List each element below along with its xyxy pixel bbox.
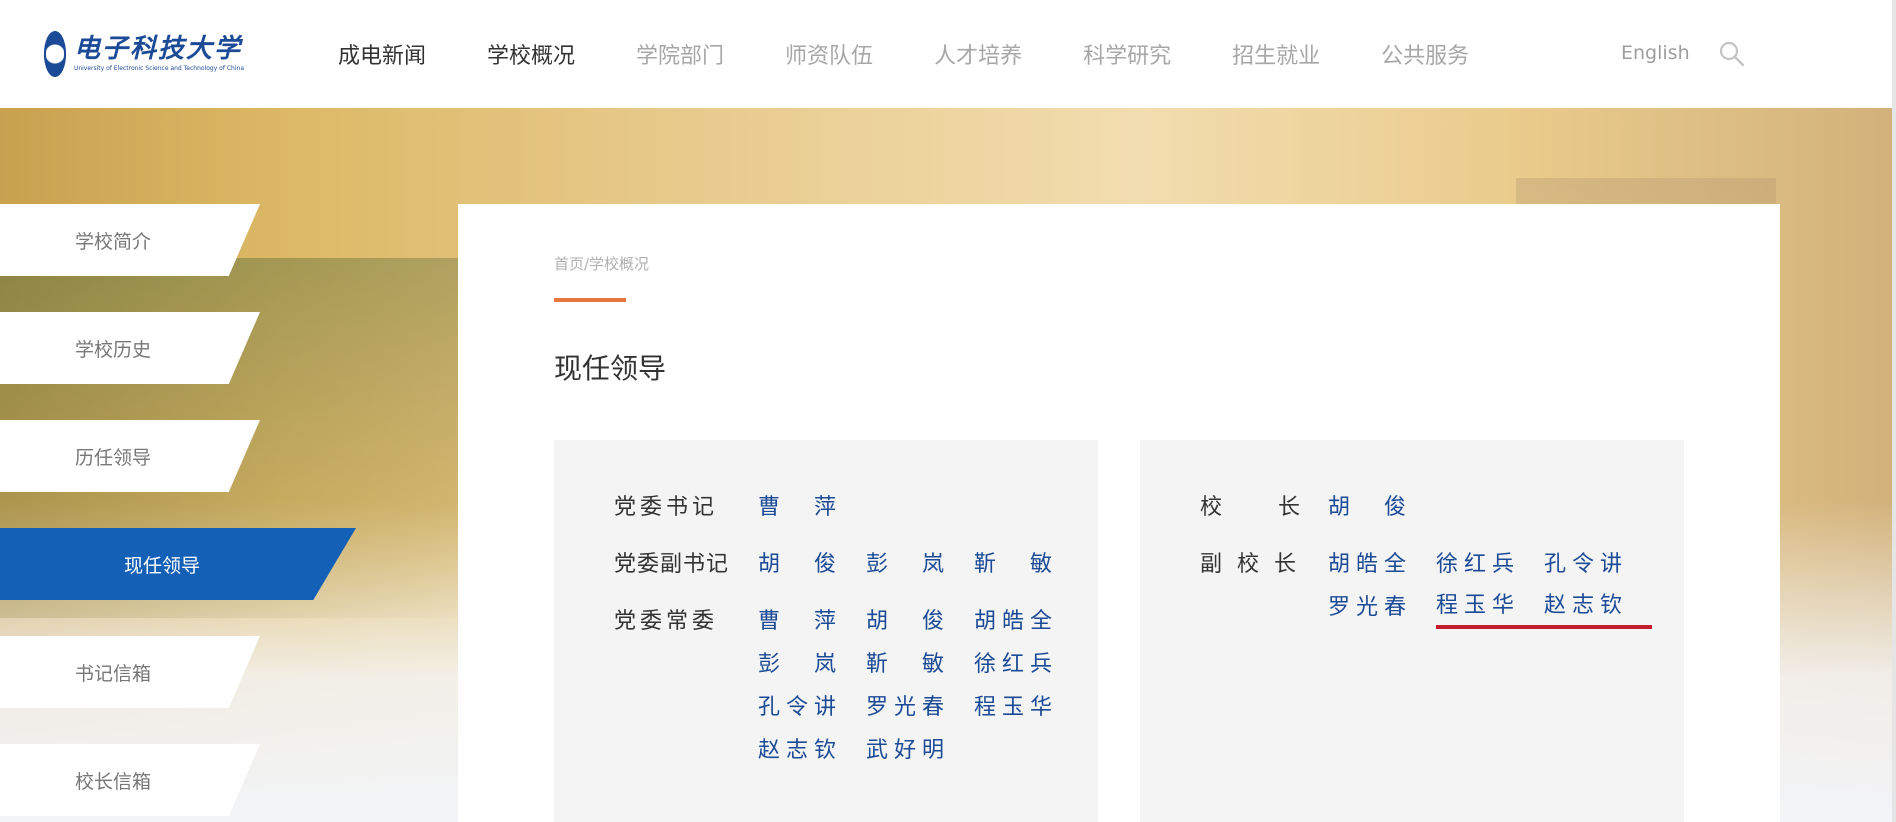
sidebar-item-label: 书记信箱: [75, 662, 152, 685]
role-label: 校 长: [1200, 495, 1305, 520]
leader-name-link[interactable]: 胡 俊: [866, 600, 974, 643]
breadcrumb-accent-bar: [554, 298, 626, 302]
nav-item-overview[interactable]: 学校概况: [487, 38, 575, 70]
leader-name-link[interactable]: 靳 敏: [974, 543, 1082, 586]
role-label: 党委常委: [614, 609, 719, 634]
leader-name-link[interactable]: 徐红兵: [1436, 543, 1544, 586]
leader-name-link[interactable]: 罗光春: [1328, 586, 1436, 629]
leader-name-link[interactable]: 胡皓全: [974, 600, 1082, 643]
leader-name-link[interactable]: 武好明: [866, 729, 974, 772]
leader-name-link[interactable]: 靳 敏: [866, 643, 974, 686]
role-label: 党委书记: [614, 495, 719, 520]
main-nav: 成电新闻 学校概况 学院部门 师资队伍 人才培养 科学研究 招生就业 公共服务: [338, 38, 1530, 70]
leader-name-link[interactable]: 孔令讲: [1544, 543, 1652, 586]
logo-cn: 电子科技大学: [73, 34, 242, 64]
row-vice-president: 副 校 长 胡皓全 徐红兵 孔令讲 罗光春 程玉华 赵志钦: [1200, 543, 1668, 629]
english-link[interactable]: English: [1621, 42, 1690, 64]
leader-name-link[interactable]: 胡 俊: [1328, 486, 1436, 529]
search-icon[interactable]: [1718, 40, 1746, 68]
leader-name-link[interactable]: 徐红兵: [974, 643, 1082, 686]
content-card: 首页/学校概况 现任领导 党委书记 曹 萍 党委副书记 胡 俊 彭 岚 靳 敏 …: [458, 204, 1780, 822]
nav-item-research[interactable]: 科学研究: [1083, 38, 1171, 70]
logo-text: 电子科技大学 University of Electronic Science …: [74, 36, 244, 72]
leader-name-link[interactable]: 罗光春: [866, 686, 974, 729]
row-standing-committee: 党委常委 曹 萍 胡 俊 胡皓全 彭 岚 靳 敏 徐红兵 孔令讲 罗光春 程玉华…: [614, 600, 1098, 772]
nav-item-news[interactable]: 成电新闻: [338, 38, 426, 70]
leader-name-link[interactable]: 胡 俊: [758, 543, 866, 586]
sidebar-item-president-mailbox[interactable]: 校长信箱: [0, 744, 260, 816]
leader-name-link[interactable]: 曹 萍: [758, 600, 866, 643]
name-list: 曹 萍 胡 俊 胡皓全 彭 岚 靳 敏 徐红兵 孔令讲 罗光春 程玉华 赵志钦 …: [758, 600, 1098, 772]
leader-name-link[interactable]: 彭 岚: [758, 643, 866, 686]
leader-name-link[interactable]: 程玉华: [974, 686, 1082, 729]
party-committee-panel: 党委书记 曹 萍 党委副书记 胡 俊 彭 岚 靳 敏 党委常委 曹 萍 胡 俊 …: [554, 440, 1098, 822]
sidebar-item-current-leaders[interactable]: 现任领导: [0, 528, 356, 600]
sidebar-item-introduction[interactable]: 学校简介: [0, 204, 260, 276]
sidebar-item-label: 历任领导: [75, 446, 152, 469]
row-party-secretary: 党委书记 曹 萍: [614, 486, 1098, 529]
university-seal-icon: [44, 31, 66, 77]
nav-item-admissions[interactable]: 招生就业: [1232, 38, 1320, 70]
name-list: 胡皓全 徐红兵 孔令讲 罗光春 程玉华 赵志钦: [1328, 543, 1668, 629]
leader-name-link[interactable]: 赵志钦: [758, 729, 866, 772]
sidebar-item-label: 学校历史: [75, 338, 152, 361]
presidents-office-panel: 校 长 胡 俊 副 校 长 胡皓全 徐红兵 孔令讲 罗光春 程玉华 赵志钦: [1140, 440, 1684, 822]
role-label: 副 校 长: [1200, 552, 1300, 577]
sidebar-item-label: 学校简介: [75, 230, 152, 253]
name-list: 胡 俊 彭 岚 靳 敏: [758, 543, 1098, 586]
nav-item-services[interactable]: 公共服务: [1381, 38, 1469, 70]
name-list: 曹 萍: [758, 486, 1098, 529]
page-title: 现任领导: [554, 352, 667, 385]
sidebar-item-label: 现任领导: [124, 554, 201, 577]
header: 电子科技大学 University of Electronic Science …: [0, 0, 1896, 108]
leader-name-link[interactable]: 孔令讲: [758, 686, 866, 729]
logo-en: University of Electronic Science and Tec…: [73, 65, 244, 72]
role-label: 党委副书记: [614, 552, 730, 577]
sidebar-item-label: 校长信箱: [75, 770, 152, 793]
name-list: 胡 俊: [1328, 486, 1668, 529]
nav-item-education[interactable]: 人才培养: [934, 38, 1022, 70]
sidebar-item-history[interactable]: 学校历史: [0, 312, 260, 384]
leader-name-link[interactable]: 曹 萍: [758, 486, 866, 529]
nav-item-departments[interactable]: 学院部门: [636, 38, 724, 70]
sidebar-item-former-leaders[interactable]: 历任领导: [0, 420, 260, 492]
row-president: 校 长 胡 俊: [1200, 486, 1668, 529]
breadcrumb[interactable]: 首页/学校概况: [554, 253, 649, 274]
university-logo[interactable]: 电子科技大学 University of Electronic Science …: [44, 30, 244, 78]
row-deputy-secretary: 党委副书记 胡 俊 彭 岚 靳 敏: [614, 543, 1098, 586]
leader-name-link[interactable]: 程玉华: [1436, 586, 1544, 629]
leader-name-link[interactable]: 赵志钦: [1544, 586, 1652, 629]
sidebar-item-secretary-mailbox[interactable]: 书记信箱: [0, 636, 260, 708]
page-scrollbar[interactable]: [1892, 0, 1896, 822]
nav-item-faculty[interactable]: 师资队伍: [785, 38, 873, 70]
leader-name-link[interactable]: 胡皓全: [1328, 543, 1436, 586]
leader-name-link[interactable]: 彭 岚: [866, 543, 974, 586]
